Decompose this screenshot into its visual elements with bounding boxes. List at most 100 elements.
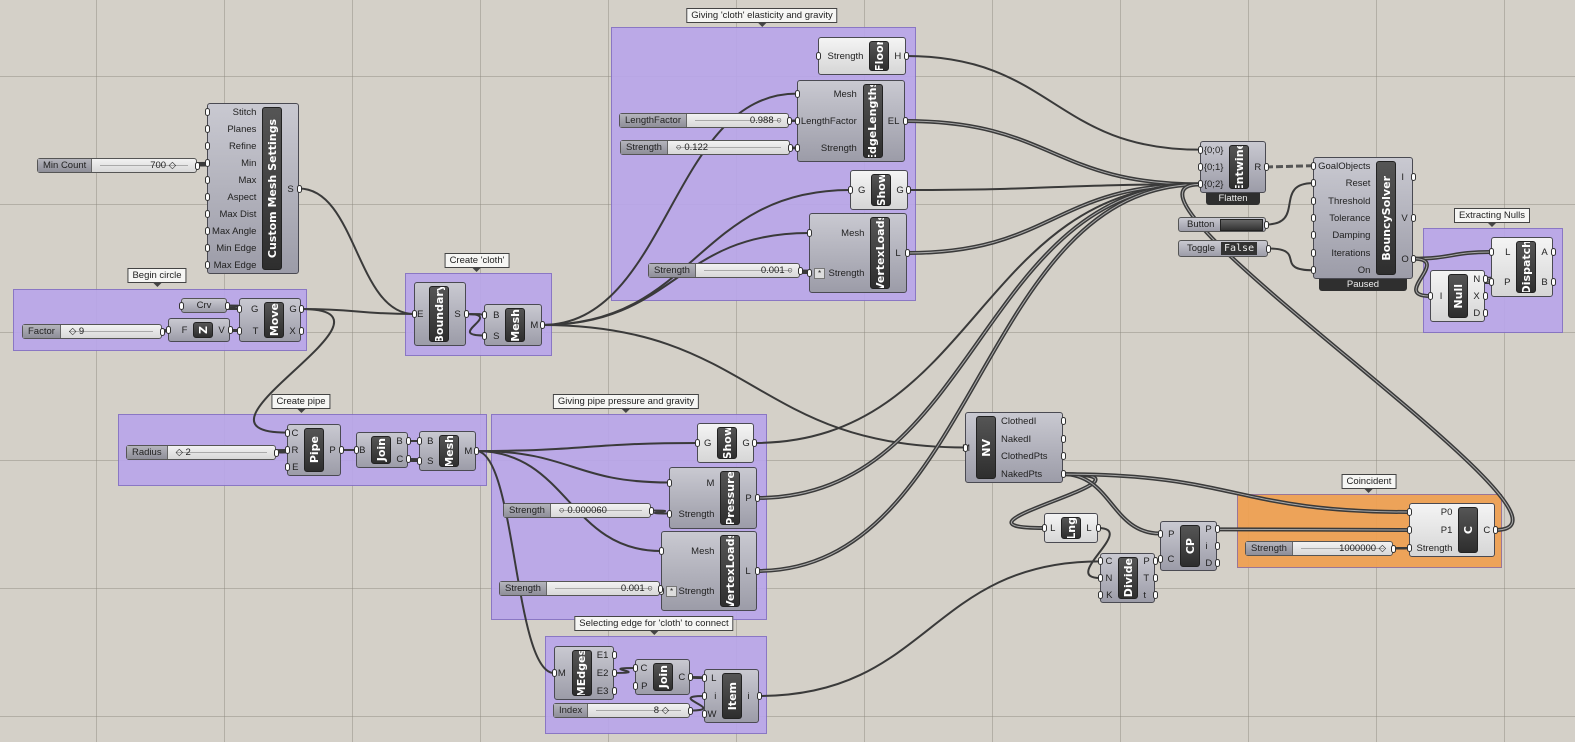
port[interactable]	[160, 327, 165, 336]
slider-track[interactable]: 8 ◇	[588, 704, 689, 717]
slider-value-group[interactable]: ◇ 2	[176, 446, 191, 459]
slider-min[interactable]: Min Count 700 ◇	[37, 158, 197, 173]
slider-track[interactable]: ◇ 2	[168, 446, 275, 459]
button-press-area[interactable]	[1220, 218, 1263, 231]
slider-str2[interactable]: Strength 0.001 ○	[648, 263, 800, 278]
port[interactable]	[1096, 524, 1101, 532]
port[interactable]	[1411, 254, 1416, 263]
component-dispatch[interactable]: Dispatch L P A B	[1491, 237, 1553, 297]
slider-track[interactable]: ○ 0.122	[668, 141, 789, 154]
component-divide[interactable]: Divide C N K P Tt	[1100, 553, 1155, 603]
port[interactable]	[702, 674, 707, 682]
port[interactable]	[667, 509, 672, 518]
port[interactable]	[612, 651, 617, 659]
slider-str1[interactable]: Strength ○ 0.122	[620, 140, 790, 155]
component-join2[interactable]: Join C P C	[635, 659, 690, 695]
port[interactable]	[205, 244, 210, 253]
port[interactable]	[237, 327, 242, 335]
port[interactable]	[688, 706, 693, 715]
slider-value-group[interactable]: ◇ 9	[69, 325, 84, 338]
toggle-value[interactable]: False	[1221, 242, 1258, 255]
port[interactable]	[297, 184, 302, 193]
slider-knob-icon[interactable]: ◇	[1379, 543, 1386, 554]
port[interactable]	[905, 249, 910, 257]
port[interactable]	[788, 143, 793, 152]
port[interactable]	[612, 687, 617, 695]
port[interactable]	[285, 463, 290, 472]
slider-coin[interactable]: Strength 1000000 ◇	[1245, 541, 1393, 556]
port[interactable]	[225, 301, 230, 310]
port[interactable]	[299, 327, 304, 335]
slider-track[interactable]: 700 ◇	[92, 159, 196, 172]
port[interactable]	[237, 305, 242, 313]
port[interactable]	[1311, 196, 1316, 205]
port[interactable]	[1061, 452, 1066, 461]
port[interactable]	[755, 494, 760, 502]
port[interactable]	[659, 547, 664, 555]
port[interactable]	[1407, 544, 1412, 552]
port[interactable]	[1266, 244, 1271, 253]
port[interactable]	[702, 692, 707, 700]
port[interactable]	[1489, 248, 1494, 256]
port[interactable]	[205, 227, 210, 236]
port[interactable]	[1061, 470, 1066, 479]
slider-value-group[interactable]: 8 ◇	[654, 704, 669, 717]
port[interactable]	[412, 310, 417, 318]
slider-track[interactable]: 0.001 ○	[696, 264, 799, 277]
port[interactable]	[1061, 416, 1066, 425]
slider-track[interactable]: 0.001 ○	[547, 582, 659, 595]
port[interactable]	[205, 210, 210, 219]
port[interactable]	[1493, 526, 1498, 534]
component-boundary[interactable]: Boundary E S	[414, 282, 466, 346]
port[interactable]	[1153, 590, 1158, 599]
port[interactable]	[1215, 525, 1220, 534]
slider-track[interactable]: 1000000 ◇	[1293, 542, 1392, 555]
port[interactable]	[1483, 274, 1488, 283]
slider-knob-icon[interactable]: ◇	[169, 160, 176, 171]
port[interactable]	[903, 117, 908, 125]
port[interactable]	[1311, 248, 1316, 257]
slider-lf[interactable]: LengthFactor 0.988 ○	[619, 113, 789, 128]
component-pipe[interactable]: Pipe C R E P	[287, 424, 341, 476]
port[interactable]	[1411, 214, 1416, 222]
port[interactable]	[205, 193, 210, 202]
slider-value-group[interactable]: 700 ◇	[150, 159, 176, 172]
port[interactable]	[1198, 163, 1203, 171]
port[interactable]	[1215, 542, 1220, 550]
slider-value-group[interactable]: ○ 0.000060	[559, 504, 607, 517]
port[interactable]	[417, 457, 422, 465]
port[interactable]	[1483, 309, 1488, 318]
port[interactable]	[482, 310, 487, 319]
port[interactable]	[274, 448, 279, 457]
slider-knob-icon[interactable]: ◇	[662, 705, 669, 716]
component-mesh2[interactable]: Mesh B S M	[419, 431, 476, 471]
port[interactable]	[205, 141, 210, 150]
port[interactable]	[205, 261, 210, 270]
component-item[interactable]: Item Li Wi	[704, 669, 759, 723]
slider-knob-icon[interactable]: ○	[676, 142, 682, 153]
slider-knob-icon[interactable]: ○	[559, 505, 565, 516]
slider-knob-icon[interactable]: ○	[776, 115, 782, 126]
component-entwine[interactable]: Entwine {0;0} {0;1} {0;2} R	[1200, 141, 1266, 193]
component-move[interactable]: Move G T G X	[239, 298, 301, 342]
port[interactable]	[667, 478, 672, 487]
component-nv[interactable]: NVMClothedINakedIClothedPtsNakedPts	[962, 412, 1063, 483]
port[interactable]	[299, 305, 304, 313]
port[interactable]	[633, 664, 638, 672]
port[interactable]	[1098, 557, 1103, 566]
port[interactable]	[848, 186, 853, 194]
port[interactable]	[464, 310, 469, 318]
port[interactable]	[1311, 161, 1316, 170]
port[interactable]	[1489, 278, 1494, 286]
port[interactable]	[787, 116, 792, 125]
component-pressure[interactable]: Pressure M Strength P	[669, 467, 757, 529]
component-medges[interactable]: MEdges M E1 E2 E3	[554, 646, 614, 700]
slider-value-group[interactable]: 0.001 ○	[761, 264, 793, 277]
port[interactable]	[1098, 590, 1103, 599]
port[interactable]	[963, 443, 968, 452]
port[interactable]	[540, 321, 545, 329]
port[interactable]	[906, 186, 911, 194]
port[interactable]	[633, 682, 638, 690]
component-join1[interactable]: Join B B C	[356, 432, 408, 468]
port[interactable]	[807, 229, 812, 237]
